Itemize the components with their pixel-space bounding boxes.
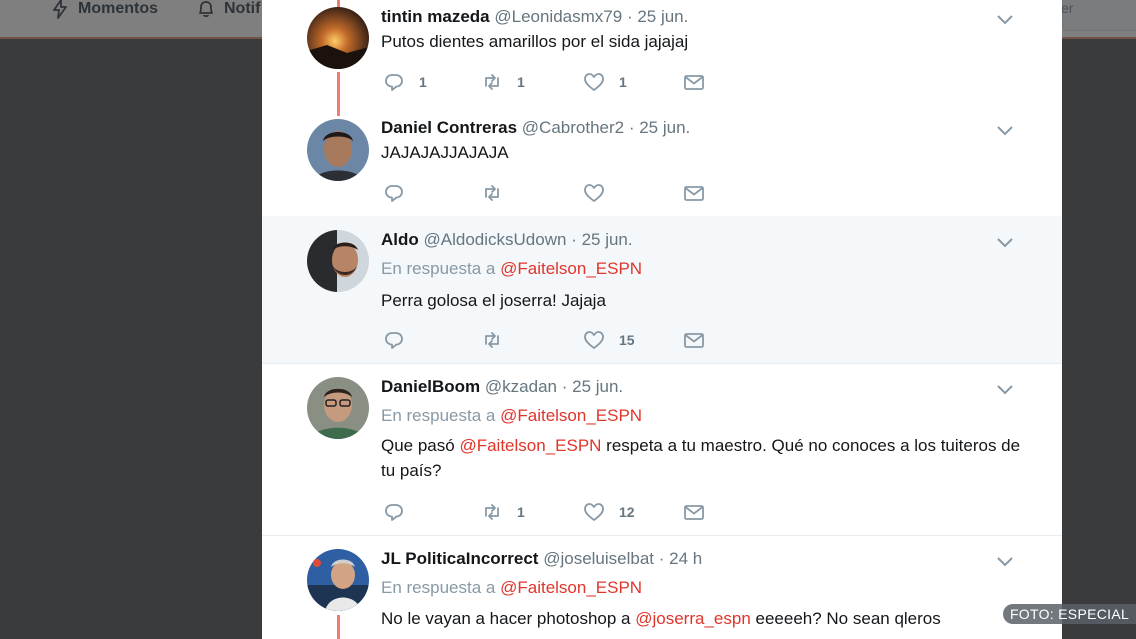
direct-message-button[interactable] — [683, 500, 705, 524]
direct-message-button[interactable] — [683, 70, 705, 94]
tweet-date[interactable]: · 24 h — [659, 549, 702, 568]
user-handle[interactable]: @kzadan — [485, 377, 557, 396]
reply-prefix: En respuesta a — [381, 406, 496, 425]
tweet-header: DanielBoom @kzadan · 25 jun. — [381, 377, 623, 397]
retweet-icon — [485, 504, 499, 520]
tweet-actions: 1 1 1 — [383, 70, 743, 94]
photo-credit: FOTO: ESPECIAL — [1003, 604, 1136, 624]
tweet-text: Perra golosa el joserra! Jajaja — [381, 291, 606, 310]
thread-line — [337, 615, 340, 639]
user-handle[interactable]: @Leonidasmx79 — [494, 7, 622, 26]
chevron-down-icon[interactable] — [995, 123, 1015, 137]
tweet-mention-link[interactable]: @Faitelson_ESPN — [459, 436, 601, 455]
tweet-date[interactable]: · 25 jun. — [627, 7, 688, 26]
direct-message-button[interactable] — [683, 328, 705, 352]
like-button[interactable]: 15 — [583, 328, 635, 352]
retweet-icon — [485, 332, 499, 348]
tweet-date[interactable]: · 25 jun. — [571, 230, 632, 249]
tweet[interactable]: tintin mazeda @Leonidasmx79 · 25 jun. Pu… — [262, 0, 1062, 116]
heart-icon — [584, 184, 604, 202]
tweet[interactable]: Aldo @AldodicksUdown · 25 jun. En respue… — [262, 216, 1062, 364]
reply-icon — [385, 185, 403, 202]
tweet-text-before: No le vayan a hacer photoshop a — [381, 609, 636, 628]
user-handle[interactable]: @AldodicksUdown — [424, 230, 567, 249]
tweet-actions: 15 — [383, 328, 743, 352]
tweet-text: JAJAJAJJAJAJA — [381, 143, 509, 162]
envelope-icon — [684, 505, 704, 520]
tweet[interactable]: Daniel Contreras @Cabrother2 · 25 jun. J… — [262, 103, 1062, 217]
avatar[interactable] — [307, 377, 369, 439]
heart-icon — [584, 503, 604, 521]
reply-button[interactable]: 1 — [383, 70, 427, 94]
tweet-text: Que pasó @Faitelson_ESPN respeta a tu ma… — [381, 433, 1021, 483]
reply-context: En respuesta a @Faitelson_ESPN — [381, 259, 642, 279]
retweet-button[interactable] — [481, 328, 517, 352]
direct-message-button[interactable] — [683, 181, 705, 205]
tweet-text: No le vayan a hacer photoshop a @joserra… — [381, 606, 1001, 631]
retweet-button[interactable]: 1 — [481, 70, 525, 94]
reply-mention-link[interactable]: @Faitelson_ESPN — [500, 259, 642, 278]
avatar[interactable] — [307, 119, 369, 181]
tweet-mention-link[interactable]: @joserra_espn — [635, 609, 751, 628]
envelope-icon — [684, 75, 704, 90]
reply-button[interactable] — [383, 500, 419, 524]
heart-icon — [584, 73, 604, 91]
tweet-text-before: Que pasó — [381, 436, 460, 455]
avatar[interactable] — [307, 549, 369, 611]
user-name[interactable]: Daniel Contreras — [381, 118, 517, 137]
reply-button[interactable] — [383, 181, 419, 205]
reply-context: En respuesta a @Faitelson_ESPN — [381, 406, 642, 426]
like-button[interactable]: 1 — [583, 70, 627, 94]
retweet-button[interactable]: 1 — [481, 500, 525, 524]
tweet-header: Aldo @AldodicksUdown · 25 jun. — [381, 230, 633, 250]
chevron-down-icon[interactable] — [995, 235, 1015, 249]
reply-context: En respuesta a @Faitelson_ESPN — [381, 578, 642, 598]
envelope-icon — [684, 333, 704, 348]
tweet-date[interactable]: · 25 jun. — [562, 377, 623, 396]
tweet-header: Daniel Contreras @Cabrother2 · 25 jun. — [381, 118, 690, 138]
tweet[interactable]: JL PoliticaIncorrect @joseluiselbat · 24… — [262, 535, 1062, 639]
like-count: 12 — [619, 504, 635, 520]
retweet-icon — [485, 185, 499, 201]
tweet-header: tintin mazeda @Leonidasmx79 · 25 jun. — [381, 7, 688, 27]
reply-icon — [385, 332, 403, 349]
like-count: 1 — [619, 74, 627, 90]
user-name[interactable]: DanielBoom — [381, 377, 480, 396]
reply-icon — [385, 74, 403, 91]
retweet-icon — [485, 74, 499, 90]
user-handle[interactable]: @joseluiselbat — [543, 549, 654, 568]
heart-icon — [584, 331, 604, 349]
user-handle[interactable]: @Cabrother2 — [522, 118, 624, 137]
conversation-modal: tintin mazeda @Leonidasmx79 · 25 jun. Pu… — [262, 0, 1062, 639]
chevron-down-icon[interactable] — [995, 382, 1015, 396]
user-name[interactable]: Aldo — [381, 230, 419, 249]
retweet-count: 1 — [517, 74, 525, 90]
reply-button[interactable] — [383, 328, 419, 352]
chevron-down-icon[interactable] — [995, 554, 1015, 568]
like-button[interactable] — [583, 181, 619, 205]
tweet-date[interactable]: · 25 jun. — [629, 118, 690, 137]
envelope-icon — [684, 186, 704, 201]
reply-prefix: En respuesta a — [381, 259, 496, 278]
reply-mention-link[interactable]: @Faitelson_ESPN — [500, 578, 642, 597]
tweet[interactable]: DanielBoom @kzadan · 25 jun. En respuest… — [262, 363, 1062, 536]
reply-icon — [385, 504, 403, 521]
tweet-header: JL PoliticaIncorrect @joseluiselbat · 24… — [381, 549, 702, 569]
tweet-text-after: eeeeeh? No sean qleros — [750, 609, 941, 628]
reply-prefix: En respuesta a — [381, 578, 496, 597]
like-button[interactable]: 12 — [583, 500, 635, 524]
reply-count: 1 — [419, 74, 427, 90]
tweet-actions — [383, 181, 743, 205]
chevron-down-icon[interactable] — [995, 12, 1015, 26]
reply-mention-link[interactable]: @Faitelson_ESPN — [500, 406, 642, 425]
avatar[interactable] — [307, 230, 369, 292]
tweet-actions: 1 12 — [383, 500, 743, 524]
user-name[interactable]: tintin mazeda — [381, 7, 490, 26]
tweet-text: Putos dientes amarillos por el sida jaja… — [381, 32, 689, 51]
retweet-button[interactable] — [481, 181, 517, 205]
like-count: 15 — [619, 332, 635, 348]
retweet-count: 1 — [517, 504, 525, 520]
avatar[interactable] — [307, 7, 369, 69]
user-name[interactable]: JL PoliticaIncorrect — [381, 549, 538, 568]
